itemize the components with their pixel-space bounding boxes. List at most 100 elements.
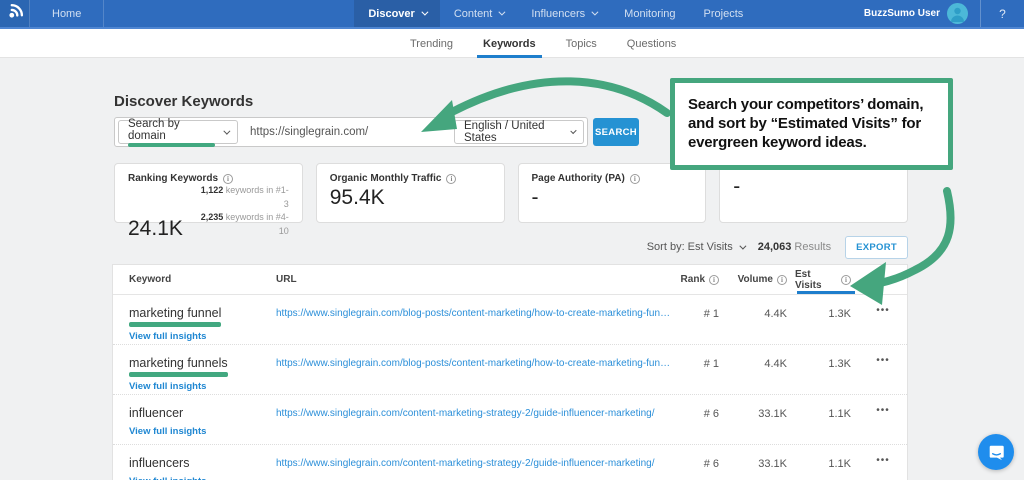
stat-extra: 1,122 keywords in #1-3 2,235 keywords in… xyxy=(197,184,289,241)
stat-title: Ranking Keywords xyxy=(128,173,218,184)
rank-value: # 6 xyxy=(675,445,727,470)
nav-item-home[interactable]: Home xyxy=(30,0,104,27)
result-url-link[interactable]: https://www.singlegrain.com/blog-posts/c… xyxy=(276,295,675,319)
keyword-text: influencers xyxy=(129,456,189,470)
nav-influencers-label: Influencers xyxy=(531,8,585,20)
stat-value: 95.4K xyxy=(330,186,491,210)
stat-card-organic-traffic: Organic Monthly Traffic 95.4K xyxy=(316,163,505,223)
tab-keywords[interactable]: Keywords xyxy=(481,29,538,58)
navbar-right: BuzzSumo User ? xyxy=(852,0,1024,27)
sort-by-label: Sort by: Est Visits xyxy=(647,241,733,253)
language-select[interactable]: English / United States xyxy=(454,120,584,144)
col-volume[interactable]: Volume xyxy=(727,265,795,294)
view-full-insights-link[interactable]: View full insights xyxy=(129,331,276,342)
page-title: Discover Keywords xyxy=(114,93,253,110)
top-navbar: Home Discover Content Influencers Monito… xyxy=(0,0,1024,29)
view-full-insights-link[interactable]: View full insights xyxy=(129,381,276,392)
buzzsumo-logo[interactable] xyxy=(0,0,30,27)
tabs: Trending Keywords Topics Questions xyxy=(408,29,678,58)
volume-value: 4.4K xyxy=(727,345,795,370)
row-menu-icon[interactable]: ••• xyxy=(859,295,907,316)
info-icon[interactable] xyxy=(630,174,640,184)
search-mode-select[interactable]: Search by domain xyxy=(118,120,238,144)
volume-value: 33.1K xyxy=(727,395,795,420)
user-menu[interactable]: BuzzSumo User xyxy=(852,0,980,27)
chat-launcher-button[interactable] xyxy=(978,434,1014,470)
search-bar: Search by domain English / United States xyxy=(114,117,588,147)
chevron-down-icon xyxy=(570,127,577,134)
user-name: BuzzSumo User xyxy=(864,8,940,19)
volume-value: 4.4K xyxy=(727,295,795,320)
nav-discover-label: Discover xyxy=(368,8,414,20)
rank-value: # 1 xyxy=(675,345,727,370)
col-keyword: Keyword xyxy=(113,274,276,285)
stat-card-hidden: - xyxy=(719,163,908,223)
search-button[interactable]: SEARCH xyxy=(593,118,639,146)
person-icon xyxy=(947,3,968,24)
stat-title: Page Authority (PA) xyxy=(532,173,625,184)
chevron-down-icon xyxy=(224,127,231,134)
result-url-link[interactable]: https://www.singlegrain.com/content-mark… xyxy=(276,445,675,469)
buzzsumo-logo-icon xyxy=(4,1,26,26)
tab-trending[interactable]: Trending xyxy=(408,29,455,58)
nav-content-label: Content xyxy=(454,8,493,20)
help-button[interactable]: ? xyxy=(980,0,1024,27)
table-row: influencers View full insights https://w… xyxy=(113,445,907,480)
stat-card-ranking-keywords: Ranking Keywords 24.1K 1,122 keywords in… xyxy=(114,163,303,223)
nav-item-content[interactable]: Content xyxy=(440,0,518,27)
nav-spacer xyxy=(104,0,354,27)
est-visits-value: 1.1K xyxy=(795,395,859,420)
col-rank[interactable]: Rank xyxy=(675,265,727,294)
result-url-link[interactable]: https://www.singlegrain.com/content-mark… xyxy=(276,395,675,419)
nav-item-discover[interactable]: Discover xyxy=(354,0,439,27)
table-row: influencer View full insights https://ww… xyxy=(113,395,907,445)
info-icon[interactable] xyxy=(841,275,851,285)
chevron-down-icon xyxy=(739,242,746,249)
keyword-text: influencer xyxy=(129,406,183,420)
col-est-visits[interactable]: Est Visits xyxy=(795,265,859,294)
export-button[interactable]: EXPORT xyxy=(845,236,908,259)
chevron-down-icon xyxy=(592,9,599,16)
table-row: marketing funnel View full insights http… xyxy=(113,295,907,345)
table-header: Keyword URL Rank Volume Est Visits xyxy=(113,265,907,295)
info-icon[interactable] xyxy=(446,174,456,184)
tab-topics[interactable]: Topics xyxy=(564,29,599,58)
results-count: 24,063 Results xyxy=(758,241,831,253)
avatar[interactable] xyxy=(947,3,968,24)
stat-title: Organic Monthly Traffic xyxy=(330,173,442,184)
search-input[interactable] xyxy=(238,126,454,138)
table-row: marketing funnels View full insights htt… xyxy=(113,345,907,395)
keywords-table: Keyword URL Rank Volume Est Visits marke… xyxy=(112,264,908,480)
info-icon[interactable] xyxy=(223,174,233,184)
stat-value: - xyxy=(532,186,693,210)
stat-card-page-authority: Page Authority (PA) - xyxy=(518,163,707,223)
buzzsumo-app: Home Discover Content Influencers Monito… xyxy=(0,0,1024,480)
chat-icon xyxy=(988,444,1005,461)
row-menu-icon[interactable]: ••• xyxy=(859,345,907,366)
col-url: URL xyxy=(276,274,675,285)
est-visits-value: 1.3K xyxy=(795,345,859,370)
stats-row: Ranking Keywords 24.1K 1,122 keywords in… xyxy=(114,163,908,223)
row-menu-icon[interactable]: ••• xyxy=(859,395,907,416)
nav-item-monitoring[interactable]: Monitoring xyxy=(610,0,689,27)
result-url-link[interactable]: https://www.singlegrain.com/blog-posts/c… xyxy=(276,345,675,369)
chevron-down-icon xyxy=(421,9,428,16)
info-icon[interactable] xyxy=(709,275,719,285)
rank-value: # 6 xyxy=(675,395,727,420)
rank-value: # 1 xyxy=(675,295,727,320)
keyword-text: marketing funnels xyxy=(129,356,228,377)
est-visits-value: 1.1K xyxy=(795,445,859,470)
row-menu-icon[interactable]: ••• xyxy=(859,445,907,466)
nav-item-influencers[interactable]: Influencers xyxy=(517,0,610,27)
view-full-insights-link[interactable]: View full insights xyxy=(129,426,276,437)
volume-value: 33.1K xyxy=(727,445,795,470)
info-icon[interactable] xyxy=(777,275,787,285)
tab-questions[interactable]: Questions xyxy=(625,29,679,58)
nav-item-projects[interactable]: Projects xyxy=(690,0,758,27)
view-full-insights-link[interactable]: View full insights xyxy=(129,476,276,480)
sort-by-dropdown[interactable]: Sort by: Est Visits xyxy=(647,241,744,253)
annotation-callout: Search your competitors’ domain, and sor… xyxy=(670,78,953,170)
language-value: English / United States xyxy=(464,120,562,144)
chevron-down-icon xyxy=(499,9,506,16)
stat-value: - xyxy=(733,175,894,199)
